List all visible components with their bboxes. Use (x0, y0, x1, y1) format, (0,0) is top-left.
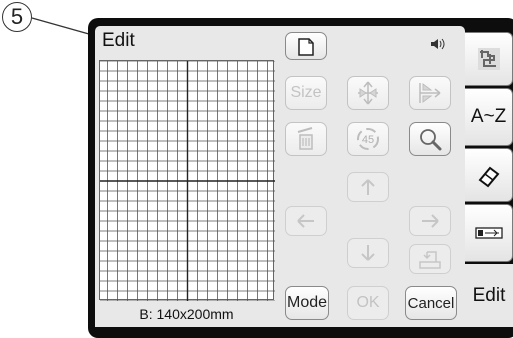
arrow-down-icon (361, 245, 375, 261)
sound-icon[interactable] (429, 36, 445, 57)
grid-lines (100, 61, 275, 301)
ok-button[interactable]: OK (347, 286, 389, 320)
rotate-icon: 45 (357, 128, 379, 150)
mirror-horizontal-icon (419, 83, 441, 103)
rotate-label: 45 (362, 134, 374, 146)
move-right-button[interactable] (409, 206, 451, 236)
rotate-button[interactable]: 45 (347, 122, 389, 156)
arrow-up-icon (361, 179, 375, 195)
mode-button[interactable]: Mode (285, 286, 329, 320)
edit-screen: Edit B: 140x200mm Size 45 Mode OK Cancel (95, 26, 465, 327)
size-button[interactable]: Size (285, 76, 327, 110)
tab-edit-label: Edit (472, 284, 506, 306)
tab-eraser[interactable] (465, 148, 513, 202)
mirror-vertical-button[interactable] (347, 76, 389, 110)
tab-usb[interactable] (465, 204, 513, 262)
move-up-button[interactable] (347, 172, 389, 202)
callout-number: 5 (2, 2, 32, 32)
eraser-icon (478, 166, 499, 188)
delete-button[interactable] (285, 122, 327, 156)
arrow-right-icon (422, 214, 439, 228)
cancel-button[interactable]: Cancel (405, 286, 457, 320)
move-left-button[interactable] (285, 206, 327, 236)
tab-edit[interactable]: Edit (465, 264, 513, 327)
mirror-horizontal-button[interactable] (409, 76, 451, 110)
trash-icon (297, 127, 313, 150)
tab-letters[interactable]: A~Z (465, 88, 513, 146)
embroidery-grid (99, 60, 275, 301)
new-pattern-button[interactable] (285, 32, 327, 60)
zoom-button[interactable] (409, 122, 451, 156)
page-icon (298, 38, 314, 56)
tab-pattern[interactable] (465, 32, 513, 86)
screen-title: Edit (102, 30, 135, 51)
magnifier-icon (420, 129, 442, 151)
mirror-vertical-icon (358, 81, 378, 105)
arrow-left-icon (297, 214, 314, 228)
center-icon (419, 251, 441, 269)
hoop-size-label: B: 140x200mm (139, 306, 234, 322)
center-button[interactable] (409, 244, 451, 274)
move-down-button[interactable] (347, 238, 389, 268)
tab-letters-label: A~Z (470, 106, 507, 127)
mode-tabs: A~Z Edit (465, 26, 513, 327)
usb-memory-icon (474, 227, 503, 239)
embroidery-pattern-icon (477, 48, 500, 70)
